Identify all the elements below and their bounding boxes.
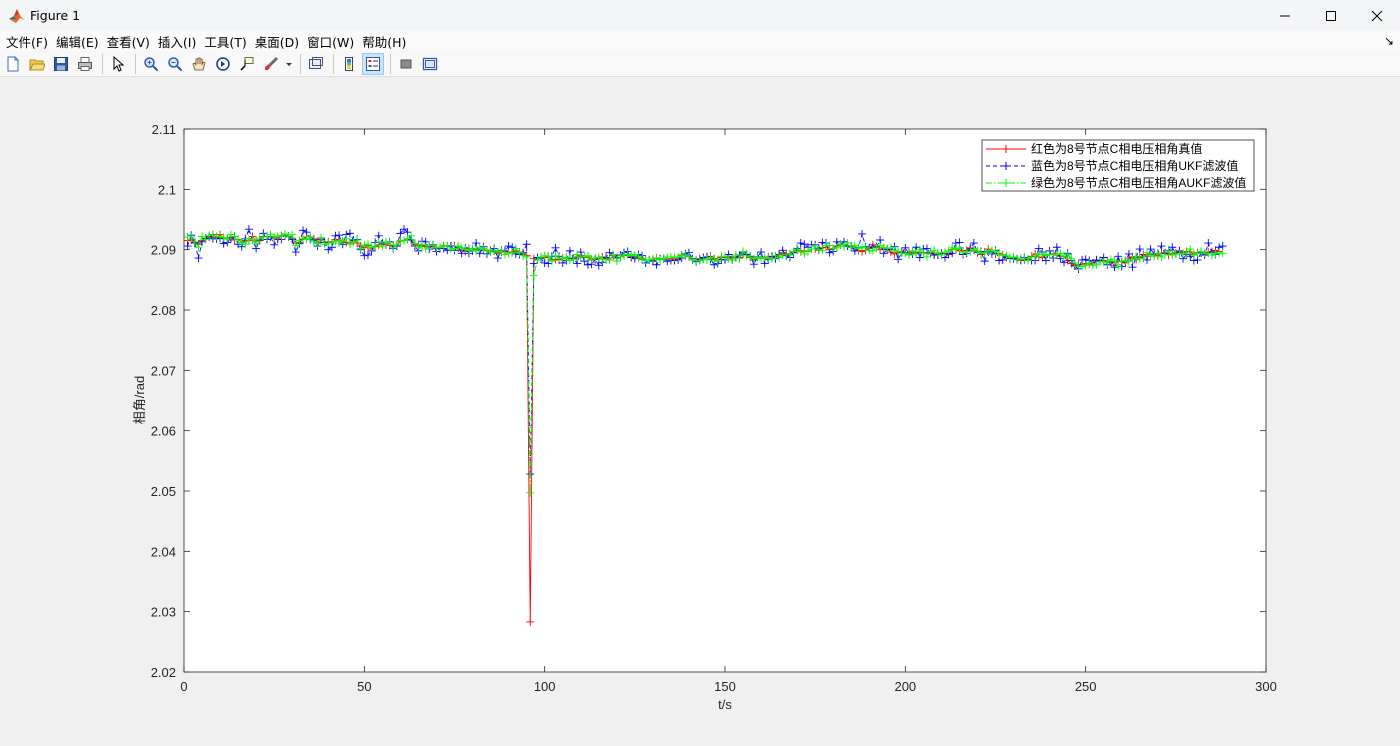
zoom-in-button[interactable] xyxy=(140,53,162,75)
y-tick-label: 2.09 xyxy=(151,243,176,258)
menu-tools[interactable]: 工具(T) xyxy=(202,32,248,51)
toolbar-separator xyxy=(102,53,103,74)
close-button[interactable] xyxy=(1354,0,1400,31)
pan-icon xyxy=(192,57,206,70)
rotate-3d-button[interactable] xyxy=(212,53,234,75)
y-tick-label: 2.02 xyxy=(151,665,176,680)
y-tick-label: 2.1 xyxy=(158,182,176,197)
toolbar-separator xyxy=(135,53,136,74)
link-plot-icon xyxy=(309,56,323,69)
show-plot-tools-icon xyxy=(422,57,438,70)
new-figure-button[interactable] xyxy=(2,53,24,75)
legend-button[interactable] xyxy=(362,52,384,75)
x-tick-label: 100 xyxy=(534,679,556,694)
y-tick-label: 2.03 xyxy=(151,605,176,620)
zoom-out-icon xyxy=(168,56,183,71)
maximize-icon xyxy=(1326,10,1336,21)
save-icon xyxy=(54,56,68,71)
print-icon xyxy=(78,56,92,71)
window-title: Figure 1 xyxy=(30,8,81,23)
toolbar-separator xyxy=(390,53,391,74)
pointer-button[interactable] xyxy=(107,53,129,75)
brush-button[interactable] xyxy=(260,53,282,75)
zoom-in-icon xyxy=(144,56,159,71)
legend[interactable]: 红色为8号节点C相电压相角真值 蓝色为8号节点C相电压相角UKF滤波值 绿色为8… xyxy=(981,139,1255,192)
toolbar xyxy=(0,51,1400,77)
open-file-button[interactable] xyxy=(26,53,48,75)
menu-help[interactable]: 帮助(H) xyxy=(360,32,408,51)
close-icon xyxy=(1371,10,1383,21)
data-cursor-button[interactable] xyxy=(236,53,258,75)
new-figure-icon xyxy=(7,56,19,71)
axes-background xyxy=(184,129,1266,672)
minimize-button[interactable] xyxy=(1262,0,1308,31)
legend-label-true: 红色为8号节点C相电压相角真值 xyxy=(1031,141,1202,156)
menu-desktop[interactable]: 桌面(D) xyxy=(253,32,301,51)
x-axis-label: t/s xyxy=(718,697,732,712)
x-tick-label: 150 xyxy=(714,679,736,694)
link-plot-button[interactable] xyxy=(305,53,327,75)
colorbar-button[interactable] xyxy=(338,53,360,75)
y-axis-label: 相角/rad xyxy=(132,376,147,424)
rotate-3d-icon xyxy=(216,56,230,71)
y-tick-label: 2.07 xyxy=(151,363,176,378)
legend-icon xyxy=(366,56,380,71)
zoom-out-button[interactable] xyxy=(164,53,186,75)
y-tick-label: 2.04 xyxy=(151,544,176,559)
x-tick-label: 50 xyxy=(357,679,371,694)
pan-button[interactable] xyxy=(188,53,210,75)
brush-icon xyxy=(265,56,278,70)
x-tick-label: 300 xyxy=(1255,679,1277,694)
x-tick-label: 0 xyxy=(180,679,187,694)
dock-arrow-icon[interactable]: ↘ xyxy=(1384,34,1394,48)
menu-bar: 文件(F) 编辑(E) 查看(V) 插入(I) 工具(T) 桌面(D) 窗口(W… xyxy=(0,31,1400,51)
brush-dropdown-button[interactable] xyxy=(284,53,294,75)
y-tick-label: 2.11 xyxy=(152,122,176,137)
hide-plot-tools-icon xyxy=(400,59,412,68)
show-plot-tools-button[interactable] xyxy=(419,53,441,75)
y-tick-label: 2.06 xyxy=(151,424,176,439)
title-bar: Figure 1 xyxy=(0,0,1400,31)
y-tick-label: 2.08 xyxy=(151,303,176,318)
save-button[interactable] xyxy=(50,53,72,75)
maximize-button[interactable] xyxy=(1308,0,1354,31)
menu-window[interactable]: 窗口(W) xyxy=(305,32,356,51)
menu-insert[interactable]: 插入(I) xyxy=(156,32,198,51)
hide-plot-tools-button[interactable] xyxy=(395,53,417,75)
window-controls xyxy=(1262,0,1400,31)
menu-edit[interactable]: 编辑(E) xyxy=(54,32,101,51)
pointer-icon xyxy=(113,55,125,72)
brush-dropdown-icon xyxy=(286,62,292,66)
x-tick-label: 250 xyxy=(1075,679,1097,694)
matlab-logo-icon xyxy=(9,8,25,23)
data-cursor-icon xyxy=(240,56,254,71)
y-tick-label: 2.05 xyxy=(151,484,176,499)
open-file-icon xyxy=(29,59,45,70)
print-button[interactable] xyxy=(74,53,96,75)
toolbar-separator xyxy=(300,53,301,74)
x-tick-label: 200 xyxy=(894,679,916,694)
colorbar-icon xyxy=(345,56,353,71)
legend-label-ukf: 蓝色为8号节点C相电压相角UKF滤波值 xyxy=(1031,158,1238,173)
menu-view[interactable]: 查看(V) xyxy=(105,32,152,51)
plot-canvas[interactable]: 0 50 100 150 200 250 300 2.02 2.03 2.04 2.05 2.06 2.… xyxy=(0,78,1400,746)
minimize-icon xyxy=(1280,15,1290,16)
legend-label-aukf: 绿色为8号节点C相电压相角AUKF滤波值 xyxy=(1031,175,1246,190)
menu-file[interactable]: 文件(F) xyxy=(4,32,50,51)
toolbar-separator xyxy=(333,53,334,74)
figure-area: 0 50 100 150 200 250 300 2.02 2.03 2.04 2.05 2.06 2.… xyxy=(0,78,1400,746)
